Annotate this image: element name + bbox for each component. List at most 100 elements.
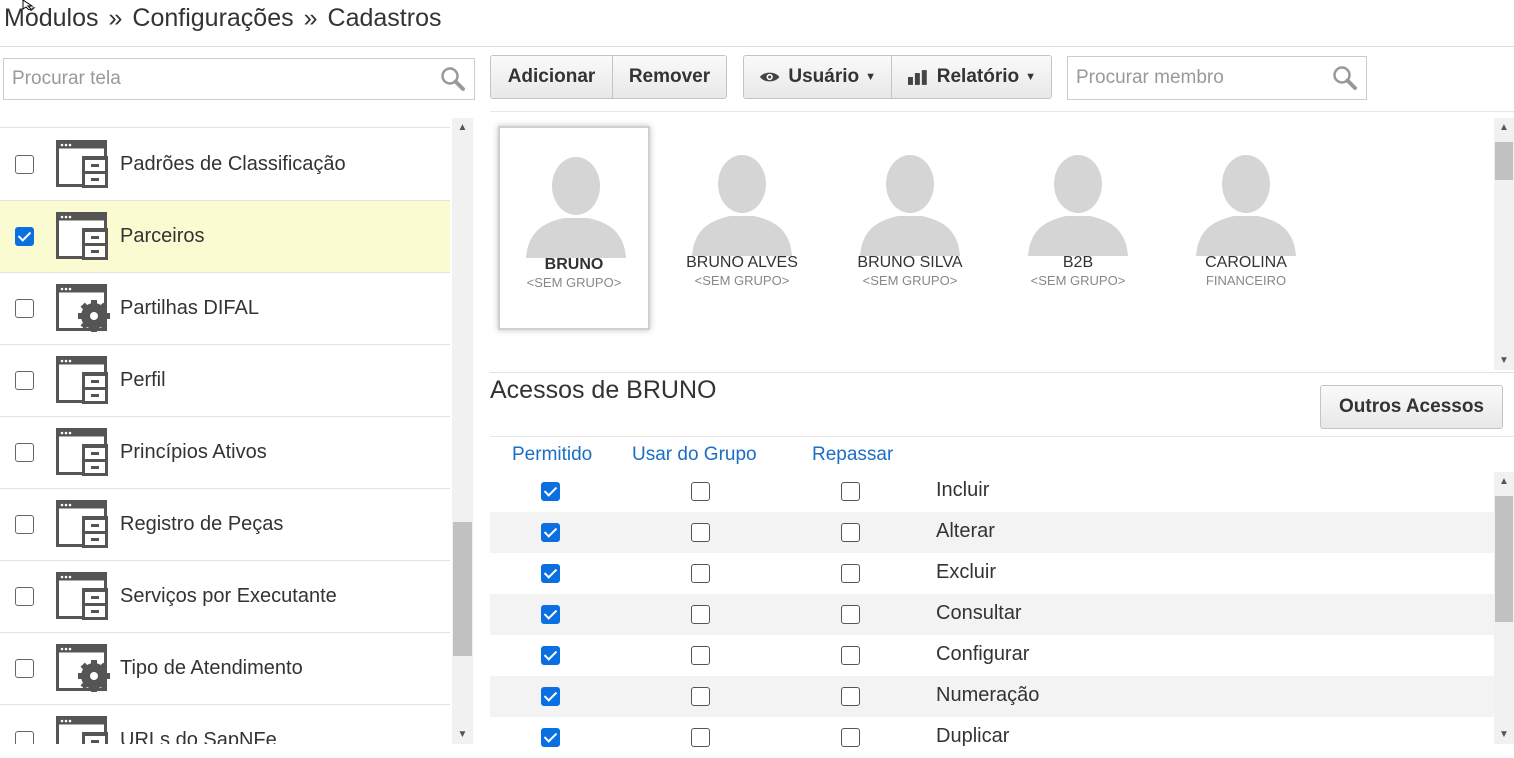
divider xyxy=(490,372,1514,373)
repassar-checkbox[interactable] xyxy=(841,523,860,547)
window-cabinet-icon xyxy=(56,500,112,555)
usar-grupo-checkbox[interactable] xyxy=(691,605,710,629)
screen-search-input[interactable]: Procurar tela xyxy=(3,58,475,100)
scrollbar-thumb[interactable] xyxy=(453,522,472,656)
screen-list-item-label: Perfil xyxy=(120,369,166,391)
screen-list-item[interactable]: Tipo de Atendimento xyxy=(0,633,450,705)
column-header-repassar[interactable]: Repassar xyxy=(812,444,893,466)
screen-checkbox[interactable] xyxy=(15,371,34,395)
scroll-down-icon[interactable]: ▼ xyxy=(1494,729,1514,740)
screen-checkbox[interactable] xyxy=(15,659,34,683)
window-cabinet-icon xyxy=(56,140,108,188)
permission-row: Configurar xyxy=(490,635,1494,676)
permission-label: Duplicar xyxy=(936,725,1010,747)
permitido-checkbox[interactable] xyxy=(541,564,560,588)
screen-checkbox[interactable] xyxy=(15,155,34,179)
screen-list-item-label: Padrões de Classificação xyxy=(120,153,346,175)
screen-list-item[interactable]: Serviços por Executante xyxy=(0,561,450,633)
scroll-up-icon[interactable]: ▲ xyxy=(452,122,473,133)
permission-label: Consultar xyxy=(936,602,1022,624)
window-cabinet-icon xyxy=(56,428,108,476)
scroll-down-icon[interactable]: ▼ xyxy=(452,729,473,740)
screen-list-item[interactable]: URLs do SapNFe xyxy=(0,705,450,744)
screen-list-item[interactable]: Padrões de Classificação xyxy=(0,129,450,201)
permitido-checkbox[interactable] xyxy=(541,646,560,670)
remove-button[interactable]: Remover xyxy=(612,56,726,98)
member-search-input[interactable]: Procurar membro xyxy=(1067,56,1367,100)
member-card[interactable]: CAROLINA FINANCEIRO xyxy=(1170,126,1322,330)
screen-list-item-label: Partilhas DIFAL xyxy=(120,297,259,319)
window-cabinet-icon xyxy=(56,140,112,195)
repassar-checkbox[interactable] xyxy=(841,687,860,711)
breadcrumb-item-cadastros: Cadastros xyxy=(327,4,442,32)
user-dropdown-button[interactable]: Usuário ▼ xyxy=(744,56,891,98)
breadcrumb-item-modulos[interactable]: Módulos xyxy=(4,4,99,32)
repassar-checkbox[interactable] xyxy=(841,646,860,670)
scroll-up-icon[interactable]: ▲ xyxy=(1494,476,1514,487)
member-group: <SEM GRUPO> xyxy=(862,273,958,288)
screen-list-item-label: Parceiros xyxy=(120,225,205,247)
usar-grupo-checkbox[interactable] xyxy=(691,687,710,711)
window-cabinet-icon xyxy=(56,500,108,548)
search-icon[interactable] xyxy=(440,66,466,92)
screen-checkbox[interactable] xyxy=(15,299,34,323)
member-group: <SEM GRUPO> xyxy=(694,273,790,288)
search-icon[interactable] xyxy=(1332,65,1358,91)
repassar-checkbox[interactable] xyxy=(841,564,860,588)
chevron-down-icon: ▼ xyxy=(865,71,876,83)
access-title: Acessos de BRUNO xyxy=(490,376,717,404)
repassar-checkbox[interactable] xyxy=(841,605,860,629)
screen-checkbox[interactable] xyxy=(15,587,34,611)
divider xyxy=(490,111,1514,112)
scroll-up-icon[interactable]: ▲ xyxy=(1494,122,1514,133)
usar-grupo-checkbox[interactable] xyxy=(691,523,710,547)
scrollbar-thumb[interactable] xyxy=(1495,142,1513,180)
column-header-usar-do-grupo[interactable]: Usar do Grupo xyxy=(632,444,757,466)
member-card[interactable]: BRUNO ALVES <SEM GRUPO> xyxy=(666,126,818,330)
add-remove-group: Adicionar Remover xyxy=(490,55,727,99)
screen-list-item[interactable]: Perfil xyxy=(0,345,450,417)
screen-checkbox[interactable] xyxy=(15,731,34,744)
user-avatar-icon xyxy=(1028,155,1128,256)
permission-list-scrollbar[interactable]: ▲ ▼ xyxy=(1494,472,1514,744)
member-name: CAROLINA xyxy=(1205,254,1287,271)
screen-checkbox[interactable] xyxy=(15,515,34,539)
add-button[interactable]: Adicionar xyxy=(491,56,612,98)
repassar-checkbox[interactable] xyxy=(841,728,860,752)
usar-grupo-checkbox[interactable] xyxy=(691,646,710,670)
permitido-checkbox[interactable] xyxy=(541,728,560,752)
permitido-checkbox[interactable] xyxy=(541,523,560,547)
screen-list-item[interactable]: Partilhas DIFAL xyxy=(0,273,450,345)
repassar-checkbox[interactable] xyxy=(841,482,860,506)
usar-grupo-checkbox[interactable] xyxy=(691,728,710,752)
permission-label: Alterar xyxy=(936,520,995,542)
permitido-checkbox[interactable] xyxy=(541,687,560,711)
list-item[interactable] xyxy=(0,112,450,128)
permission-label: Excluir xyxy=(936,561,997,583)
screen-list-item[interactable]: Parceiros xyxy=(0,201,450,273)
other-access-button[interactable]: Outros Acessos xyxy=(1320,385,1503,429)
divider xyxy=(490,436,1514,437)
permission-row: Duplicar xyxy=(490,717,1494,758)
report-dropdown-button[interactable]: Relatório ▼ xyxy=(891,56,1051,98)
breadcrumb-item-configuracoes[interactable]: Configurações xyxy=(132,4,293,32)
screen-list-item[interactable]: Registro de Peças xyxy=(0,489,450,561)
permitido-checkbox[interactable] xyxy=(541,605,560,629)
user-avatar-icon xyxy=(692,155,792,256)
scroll-down-icon[interactable]: ▼ xyxy=(1494,355,1514,366)
screen-checkbox[interactable] xyxy=(15,227,34,251)
member-card[interactable]: B2B <SEM GRUPO> xyxy=(1002,126,1154,330)
screen-list-item[interactable]: Princípios Ativos xyxy=(0,417,450,489)
scrollbar-thumb[interactable] xyxy=(1495,496,1513,622)
member-grid-scrollbar[interactable]: ▲ ▼ xyxy=(1494,118,1514,370)
member-card[interactable]: BRUNO SILVA <SEM GRUPO> xyxy=(834,126,986,330)
member-card[interactable]: BRUNO <SEM GRUPO> xyxy=(498,126,650,330)
usar-grupo-checkbox[interactable] xyxy=(691,482,710,506)
column-header-permitido[interactable]: Permitido xyxy=(512,444,592,466)
permission-row: Numeração xyxy=(490,676,1494,717)
permitido-checkbox[interactable] xyxy=(541,482,560,506)
screen-checkbox[interactable] xyxy=(15,443,34,467)
screen-list-item-label: Tipo de Atendimento xyxy=(120,657,303,679)
usar-grupo-checkbox[interactable] xyxy=(691,564,710,588)
screen-list-scrollbar[interactable]: ▲ ▼ xyxy=(452,118,473,744)
